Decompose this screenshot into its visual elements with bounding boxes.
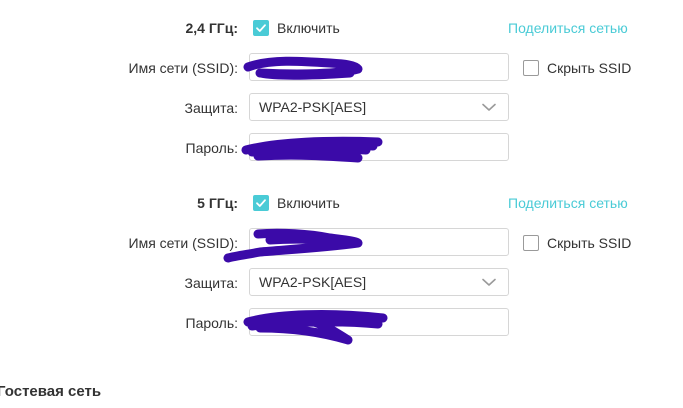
band-24-ssid-input[interactable] [249,53,509,81]
band-5-security-label: Защита: [184,275,238,291]
band-24-password-label: Пароль: [185,140,238,156]
band-24-enable-label: Включить [277,20,340,36]
band-24-password-input[interactable] [249,133,509,161]
band-5-security-select[interactable]: WPA2-PSK[AES] [249,268,509,296]
band-5-hide-ssid-label: Скрыть SSID [547,235,632,251]
band-24-hide-ssid-label: Скрыть SSID [547,60,632,76]
band-24-label: 2,4 ГГц: [185,20,239,36]
band-5-security-value: WPA2-PSK[AES] [259,274,367,290]
wireless-settings-panel: 2,4 ГГц: Включить Поделиться сетью Имя с… [0,0,683,408]
band-24-share-network-link[interactable]: Поделиться сетью [508,20,628,36]
band-24-hide-ssid-checkbox[interactable] [523,60,539,76]
guest-network-heading: Гостевая сеть [0,383,102,400]
band-24-enable-checkbox[interactable] [253,20,269,36]
band-5-password-input[interactable] [249,308,509,336]
band-24-security-value: WPA2-PSK[AES] [259,99,367,115]
band-5-enable-label: Включить [277,195,340,211]
band-5-password-label: Пароль: [185,315,238,331]
band-5-label: 5 ГГц: [197,195,238,211]
chevron-down-icon [482,278,496,286]
band-5-hide-ssid-checkbox[interactable] [523,235,539,251]
checkmark-icon [256,24,266,32]
band-5-enable-checkbox[interactable] [253,195,269,211]
checkmark-icon [256,199,266,207]
band-5-ssid-label: Имя сети (SSID): [128,235,239,251]
band-5-share-network-link[interactable]: Поделиться сетью [508,195,628,211]
band-24-ssid-label: Имя сети (SSID): [128,60,239,76]
band-24-security-select[interactable]: WPA2-PSK[AES] [249,93,509,121]
chevron-down-icon [482,103,496,111]
band-24-security-label: Защита: [184,100,238,116]
band-5-ssid-input[interactable] [249,228,509,256]
